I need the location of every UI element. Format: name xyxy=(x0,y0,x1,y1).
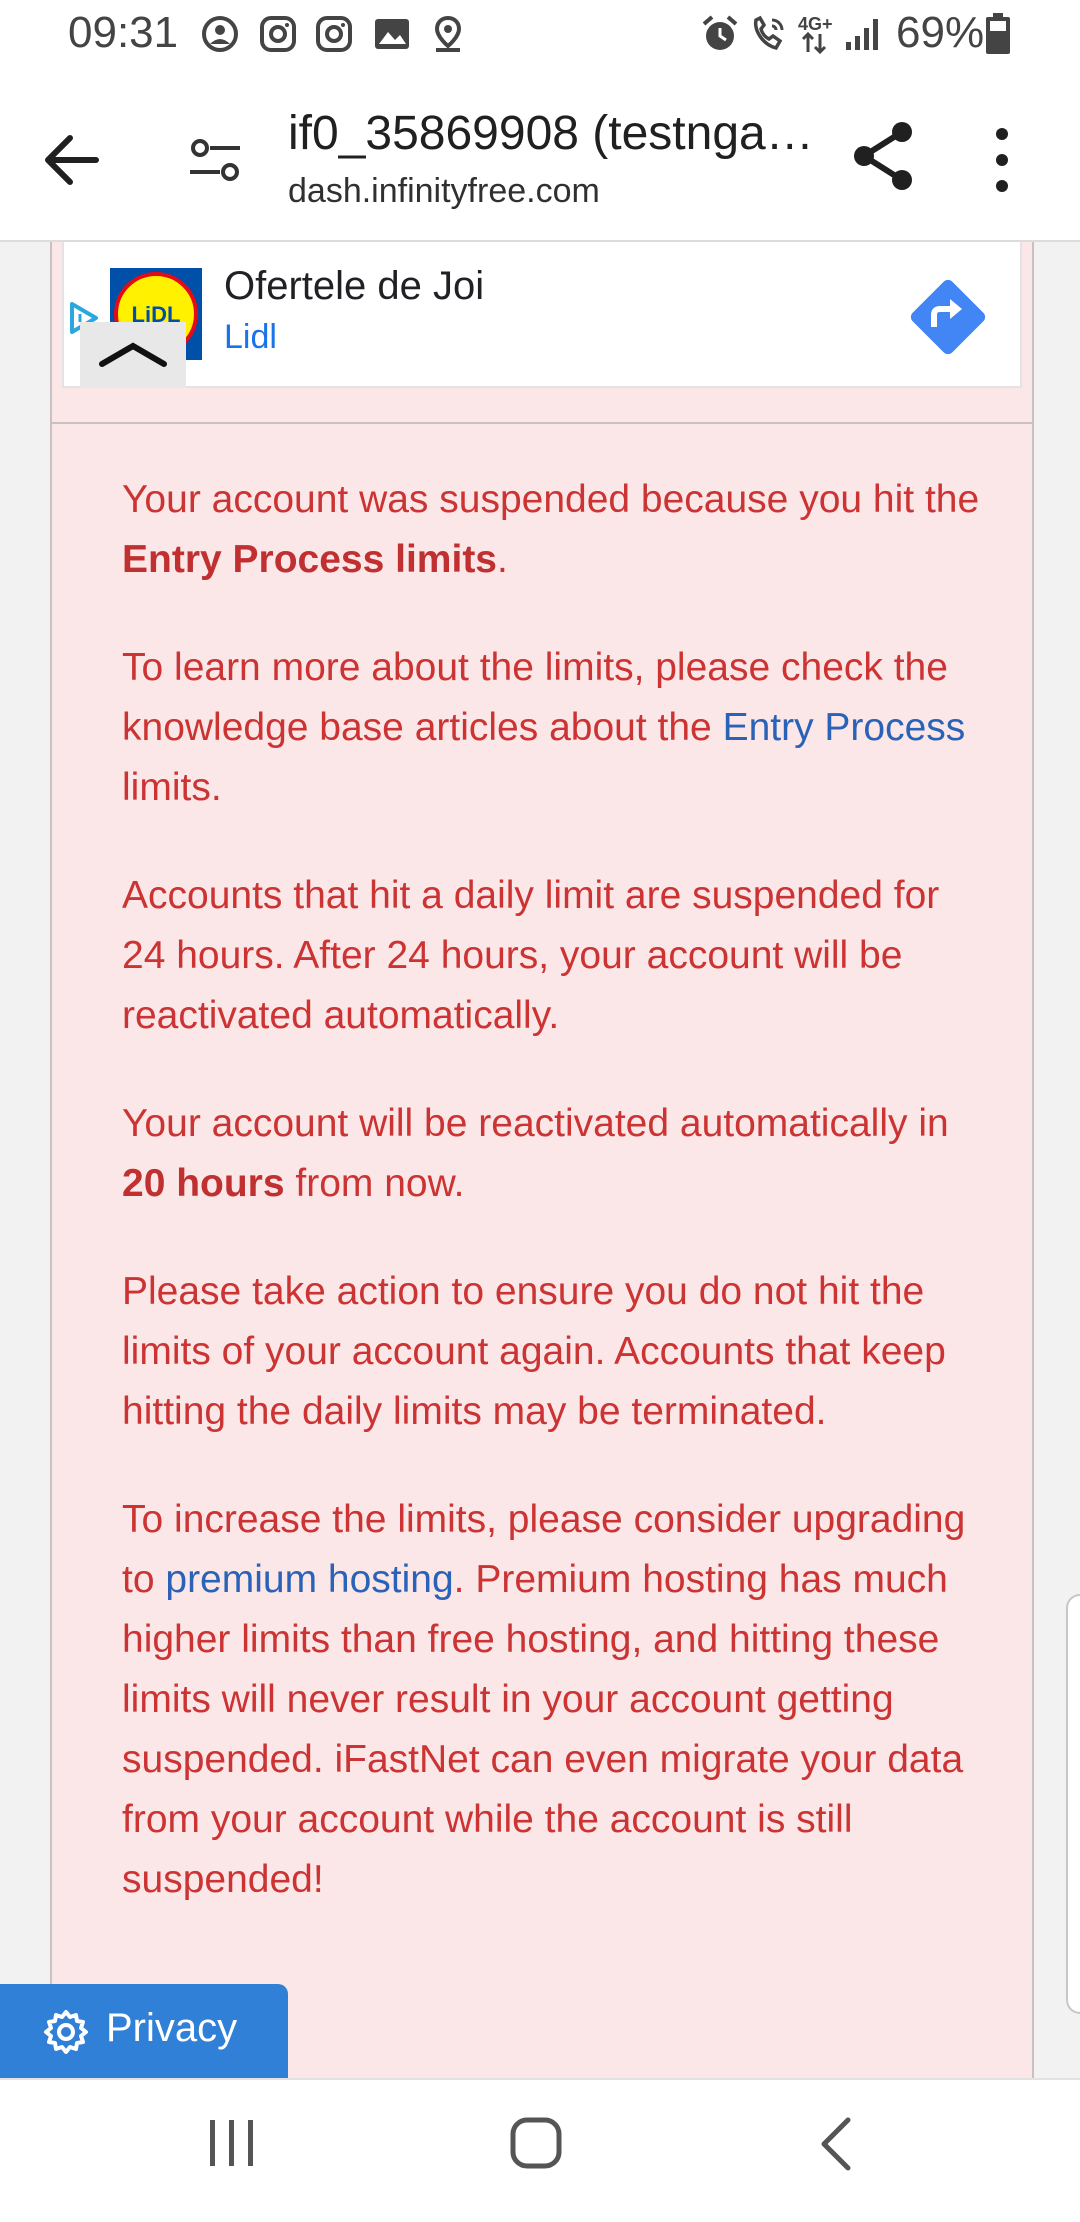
ad-advertiser[interactable]: Lidl xyxy=(224,318,277,357)
collapse-ad-button[interactable] xyxy=(80,322,186,388)
alarm-icon xyxy=(702,15,738,50)
gallery-icon xyxy=(375,19,409,49)
paragraph-suspension-reason: Your account was suspended because you h… xyxy=(122,478,980,581)
ad-banner[interactable] xyxy=(62,242,1022,388)
privacy-button[interactable]: Privacy xyxy=(0,1984,288,2078)
instagram-icon xyxy=(316,16,352,52)
page-title[interactable]: if0_35869908 (testnga… xyxy=(288,106,808,161)
premium-hosting-link[interactable]: premium hosting xyxy=(165,1558,453,1601)
signal-icon xyxy=(846,19,878,50)
nav-back-icon[interactable] xyxy=(816,2116,856,2172)
ad-directions-icon[interactable] xyxy=(906,275,990,359)
back-arrow-icon[interactable] xyxy=(36,124,108,196)
share-icon[interactable] xyxy=(846,118,922,194)
url-text[interactable]: dash.infinityfree.com xyxy=(288,172,600,211)
scrollbar-handle[interactable] xyxy=(1066,1594,1080,2014)
more-options-icon[interactable] xyxy=(984,122,1020,198)
battery-icon xyxy=(986,13,1010,54)
paragraph-reactivation-time: Your account will be reactivated automat… xyxy=(122,1102,949,1205)
paragraph-learn-more: To learn more about the limits, please c… xyxy=(122,646,966,809)
battery-percent: 69% xyxy=(896,8,985,57)
entry-process-link[interactable]: Entry Process xyxy=(723,706,966,749)
location-icon xyxy=(434,15,462,52)
paragraph-take-action: Please take action to ensure you do not … xyxy=(122,1270,946,1433)
face-icon xyxy=(202,16,238,52)
instagram-icon xyxy=(260,16,296,52)
paragraph-daily-limit: Accounts that hit a daily limit are susp… xyxy=(122,874,940,1037)
site-settings-icon[interactable] xyxy=(186,130,246,190)
reactivation-hours: 20 hours xyxy=(122,1162,285,1205)
gear-icon xyxy=(44,2010,88,2054)
ad-title[interactable]: Ofertele de Joi xyxy=(224,264,484,309)
home-icon[interactable] xyxy=(506,2116,568,2172)
privacy-label: Privacy xyxy=(106,2006,238,2050)
paragraph-upgrade: To increase the limits, please consider … xyxy=(122,1498,966,1901)
status-time: 09:31 xyxy=(68,8,179,57)
entry-process-limits-text: Entry Process limits xyxy=(122,538,497,581)
wifi-call-icon xyxy=(753,15,784,51)
divider xyxy=(50,422,1032,424)
recent-apps-icon[interactable] xyxy=(206,2116,258,2172)
data-arrows-icon xyxy=(801,32,827,54)
suspension-message: Your account was suspended because you h… xyxy=(122,470,982,1958)
